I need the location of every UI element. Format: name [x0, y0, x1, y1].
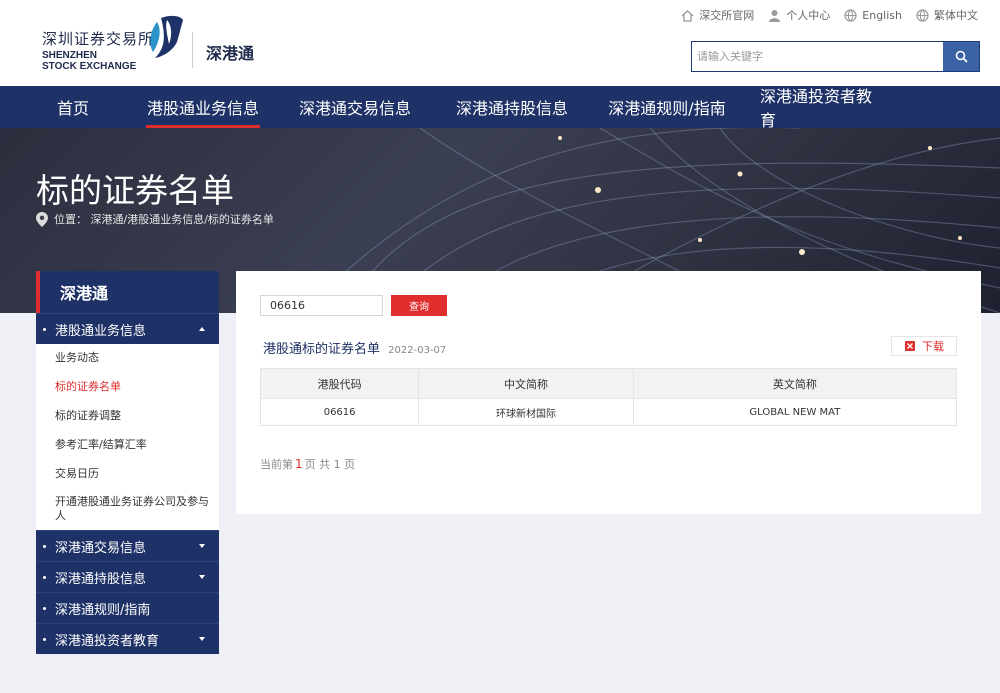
- pager-suffix: 页: [344, 458, 356, 471]
- toplink-traditional-chinese[interactable]: 繁体中文: [916, 7, 978, 23]
- query-button[interactable]: 查询: [391, 295, 447, 316]
- sidebar-section-label: 深港通交易信息: [55, 540, 147, 556]
- location-pin-icon: [36, 211, 48, 227]
- bullet-dot: [43, 327, 46, 331]
- column-header-cn-name: 中文简称: [418, 368, 634, 399]
- sidebar-item-eligible-securities[interactable]: 标的证券名单: [55, 373, 219, 402]
- sidebar-section-label: 深港通投资者教育: [55, 633, 160, 649]
- top-links: 深交所官网 个人中心 English 繁体中文: [681, 7, 978, 23]
- caret-up-icon: [199, 327, 205, 331]
- toplink-official-site[interactable]: 深交所官网: [681, 7, 754, 23]
- nav-trading-info[interactable]: 深港通交易信息: [276, 86, 434, 128]
- breadcrumb-text: 位置： 深港通/港股通业务信息/标的证券名单: [54, 213, 274, 226]
- column-header-hk-code: 港股代码: [259, 368, 420, 399]
- sidebar-item-securities-adjustment[interactable]: 标的证券调整: [55, 402, 219, 431]
- sidebar-section-label: 港股通业务信息: [55, 323, 147, 339]
- szse-emblem-icon: [150, 15, 183, 58]
- list-date: 2022-03-07: [388, 345, 447, 356]
- excel-file-icon: [905, 341, 915, 351]
- cell-hk-code: 06616: [259, 398, 420, 426]
- sidebar: 深港通 港股通业务信息 业务动态 标的证券名单 标的证券调整 参考汇率/结算汇率…: [36, 271, 219, 654]
- bullet-dot: [43, 544, 46, 548]
- logo-divider: [192, 32, 193, 68]
- table-row: 06616 环球新材国际 GLOBAL NEW MAT: [259, 398, 958, 426]
- toplink-english[interactable]: English: [844, 7, 902, 23]
- bullet-dot: [43, 575, 46, 579]
- download-button[interactable]: 下载: [891, 336, 957, 356]
- stock-code-input[interactable]: [260, 295, 383, 316]
- sidebar-submenu: 业务动态 标的证券名单 标的证券调整 参考汇率/结算汇率 交易日历 开通港股通业…: [36, 344, 219, 530]
- sidebar-item-brokers-participants[interactable]: 开通港股通业务证券公司及参与人: [55, 489, 219, 530]
- nav-holdings-info[interactable]: 深港通持股信息: [434, 86, 590, 128]
- nav-rules-guides[interactable]: 深港通规则/指南: [590, 86, 744, 128]
- table-header-row: 港股代码 中文简称 英文简称: [259, 368, 958, 399]
- sidebar-section-holdings-info[interactable]: 深港通持股信息: [36, 561, 219, 592]
- bullet-dot: [43, 637, 46, 641]
- sidebar-section-rules-guides[interactable]: 深港通规则/指南: [36, 592, 219, 623]
- sidebar-section-trading-info[interactable]: 深港通交易信息: [36, 530, 219, 561]
- search-icon: [955, 50, 968, 63]
- toplink-label: 深交所官网: [699, 9, 755, 22]
- sidebar-section-hk-connect-business[interactable]: 港股通业务信息: [36, 313, 219, 344]
- main-nav: 首页 港股通业务信息 深港通交易信息 深港通持股信息 深港通规则/指南 深港通投…: [0, 86, 1000, 130]
- nav-home[interactable]: 首页: [16, 86, 130, 128]
- toplink-label: 繁体中文: [934, 9, 978, 22]
- sidebar-item-trading-calendar[interactable]: 交易日历: [55, 460, 219, 489]
- sidebar-title: 深港通: [36, 271, 219, 313]
- globe-icon: [844, 8, 857, 22]
- pager-current-page: 1: [295, 457, 303, 471]
- sidebar-section-label: 深港通持股信息: [55, 571, 147, 587]
- szse-logo[interactable]: 深圳证券交易所 SHENZHEN STOCK EXCHANGE: [42, 12, 192, 74]
- toplink-personal-center[interactable]: 个人中心: [768, 7, 830, 23]
- sidebar-item-business-news[interactable]: 业务动态: [55, 344, 219, 373]
- globe-icon: [916, 8, 929, 22]
- page-title: 标的证券名单: [36, 171, 234, 210]
- list-title-text: 港股通标的证券名单: [263, 342, 381, 357]
- logo-en-line1: SHENZHEN: [42, 50, 98, 61]
- download-label: 下载: [922, 340, 944, 353]
- brand-title: 深港通: [206, 44, 255, 63]
- caret-down-icon: [199, 637, 205, 641]
- logo-cn-text: 深圳证券交易所: [42, 30, 155, 48]
- logo-en-line2: STOCK EXCHANGE: [42, 61, 137, 72]
- sidebar-section-investor-education[interactable]: 深港通投资者教育: [36, 623, 219, 654]
- pager-prefix: 当前第: [260, 458, 293, 471]
- user-icon: [769, 9, 781, 22]
- logo-en-text: SHENZHEN STOCK EXCHANGE: [42, 50, 136, 72]
- sidebar-item-exchange-rates[interactable]: 参考汇率/结算汇率: [55, 431, 219, 460]
- toplink-label: 个人中心: [786, 9, 831, 22]
- nav-investor-education[interactable]: 深港通投资者教育: [744, 86, 898, 130]
- caret-down-icon: [199, 575, 205, 579]
- content-panel: 查询 港股通标的证券名单 2022-03-07 下载 港股代码 中文简称 英文简…: [236, 271, 981, 514]
- pager-mid: 页 共: [304, 458, 331, 471]
- bullet-dot: [43, 606, 46, 610]
- caret-down-icon: [199, 544, 205, 548]
- list-title: 港股通标的证券名单 2022-03-07: [263, 338, 446, 357]
- sidebar-section-label: 深港通规则/指南: [55, 602, 151, 618]
- cell-cn-name: 环球新材国际: [418, 398, 634, 426]
- search-button[interactable]: [943, 42, 979, 71]
- pagination: 当前第 1 页 共 1 页: [260, 456, 355, 472]
- home-icon: [681, 9, 694, 22]
- pager-total: 1: [333, 458, 341, 471]
- site-header: 深圳证券交易所 SHENZHEN STOCK EXCHANGE 深港通 深交所官…: [0, 0, 1000, 86]
- cell-en-name: GLOBAL NEW MAT: [632, 398, 958, 426]
- breadcrumb: 位置： 深港通/港股通业务信息/标的证券名单: [36, 211, 274, 227]
- search-box: [691, 41, 980, 72]
- securities-table: 港股代码 中文简称 英文简称 06616 环球新材国际 GLOBAL NEW M…: [259, 368, 958, 426]
- column-header-en-name: 英文简称: [632, 368, 958, 399]
- toplink-label: English: [862, 8, 902, 22]
- search-input[interactable]: [692, 42, 943, 71]
- nav-hk-connect-business[interactable]: 港股通业务信息: [130, 86, 276, 128]
